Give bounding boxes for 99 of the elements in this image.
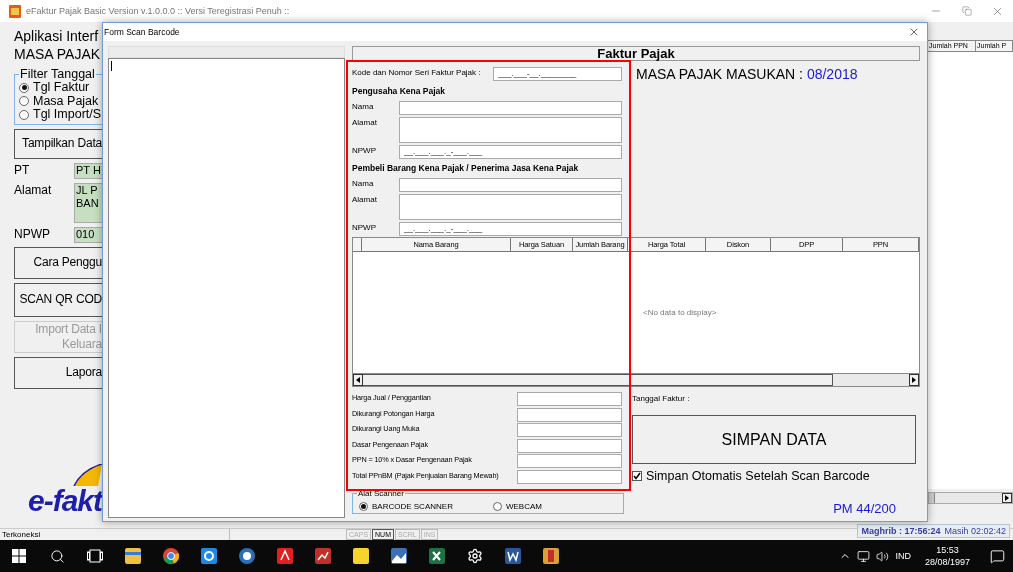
notification-icon[interactable] [990,548,1005,564]
show-data-button[interactable]: Tampilkan Data [14,128,102,159]
app-heading: Aplikasi Interf [14,27,100,45]
right-arrow-icon[interactable] [1005,495,1009,501]
horizontal-scrollbar[interactable] [353,373,919,386]
logo-text: e-fakt [27,486,102,516]
radio-label: Tgl Import/S [33,108,102,122]
field-label: Alamat [14,182,53,199]
section-heading: Pengusaha Kena Pajak [352,86,447,96]
menu-button[interactable]: Cara Penggu [14,246,102,279]
checkbox-label: Simpan Otomatis Setelah Scan Barcode [646,469,870,483]
input-field[interactable] [517,407,622,422]
input-field[interactable]: __.___.___._-___.___ [399,145,622,159]
spreadsheet-icon[interactable] [428,547,446,565]
empty-message: <No data to display> [643,308,717,317]
text-cursor [111,61,112,71]
save-button[interactable]: SIMPAN DATA [632,415,916,464]
input-field[interactable] [399,178,622,192]
time-remaining: Masih 02:02:42 [944,526,1006,536]
search-icon[interactable] [49,548,65,564]
radio-option[interactable]: Tgl Faktur [19,81,102,95]
field-label: NPWP [14,226,51,243]
globe-icon[interactable] [238,547,256,565]
radio-label: Masa Pajak [33,94,99,108]
network-icon[interactable] [857,549,871,563]
browser-icon[interactable] [162,547,180,565]
checkbox[interactable] [632,471,642,481]
field-label: NPWP [352,145,377,157]
close-icon[interactable] [908,26,920,38]
clock-date: 28/08/1997 [924,556,970,568]
windows-logo-icon[interactable] [12,549,26,563]
field-label: Alamat [352,117,378,129]
input-field[interactable]: __.___.___._-___.___ [399,222,622,236]
radio-button[interactable] [359,502,368,511]
field-label: Tanggal Faktur : [632,394,691,403]
input-field[interactable] [517,454,622,468]
scan-input-area[interactable] [108,58,345,518]
chart-app-icon[interactable] [314,547,332,565]
dialog-title: Form Scan Barcode [104,27,180,37]
clock-time: 15:53 [936,544,959,556]
app-icon[interactable] [542,547,560,565]
tax-period: MASA PAJAK MASUKAN : 08/2018 [636,66,859,82]
app-icon [9,4,21,18]
readonly-field: 010 [74,226,102,243]
form-header: Faktur Pajak [352,46,920,61]
window-title: eFaktur Pajak Basic Version v.1.0.0.0 :: Versi Teregistrasi Penuh :: [26,6,290,16]
page-counter: PM 44/200 [833,501,896,516]
radio-button[interactable] [19,109,29,120]
address-field[interactable] [399,194,622,220]
readonly-field: JL P BAN [74,182,102,223]
field-label: Alamat [352,194,378,206]
radio-label: WEBCAM [505,502,542,511]
radio-button[interactable] [19,82,29,93]
checkmark-icon [633,472,641,480]
group-label: Filter Tanggal [19,67,96,81]
radio-option[interactable]: WEBCAM [492,502,542,511]
prayer-time: Maghrib : 17:56:24 [861,526,941,536]
radio-button[interactable] [492,502,502,511]
readonly-field: PT H [74,162,102,179]
field-label: Kode dan Nomor Seri Faktur Pajak : [352,67,482,79]
menu-button[interactable]: Lapora [14,356,102,389]
left-arrow-icon[interactable] [356,377,360,383]
radio-option[interactable]: Tgl Import/S [19,108,102,122]
row-indicator-header [353,238,362,252]
folder-icon[interactable] [124,547,142,565]
period-heading: MASA PAJAK [14,45,102,63]
swoosh-icon [72,464,102,486]
sticky-note-icon[interactable] [352,547,370,565]
horizontal-scrollbar[interactable] [928,492,1013,504]
group-label: Alat Scanner [357,489,405,498]
scrollbar-thumb[interactable] [363,374,833,386]
section-heading: Pembeli Barang Kena Pajak / Penerima Jasa Kena Pajak [352,163,580,173]
radio-option[interactable]: Masa Pajak [19,94,102,108]
input-field[interactable]: ___.___-__.________ [493,67,622,81]
task-view-icon[interactable] [87,549,103,563]
clock[interactable]: 15:53 28/08/1997 [924,544,970,568]
image-icon[interactable] [390,547,408,565]
field-label: PT [14,162,31,179]
settings-icon[interactable] [467,548,483,564]
pdf-icon[interactable] [276,547,294,565]
field-label: NPWP [352,222,377,234]
address-field[interactable] [399,117,622,143]
input-field[interactable] [517,423,622,437]
volume-icon[interactable] [876,549,890,563]
scrollbar-thumb[interactable] [929,493,935,503]
radio-button[interactable] [19,96,29,107]
input-field[interactable] [399,101,622,115]
language-indicator[interactable]: IND [895,551,911,561]
input-field[interactable] [517,438,622,453]
menu-button[interactable]: SCAN QR COD [14,282,102,317]
document-icon[interactable] [504,547,522,565]
input-field[interactable] [517,392,622,406]
input-field[interactable] [517,469,622,484]
field-label: Nama [352,101,375,113]
field-label: Nama [352,178,375,190]
right-arrow-icon[interactable] [912,377,916,383]
checkbox-option[interactable]: Simpan Otomatis Setelah Scan Barcode [632,469,918,483]
sync-icon[interactable] [200,547,218,565]
radio-label: Tgl Faktur [33,81,90,95]
